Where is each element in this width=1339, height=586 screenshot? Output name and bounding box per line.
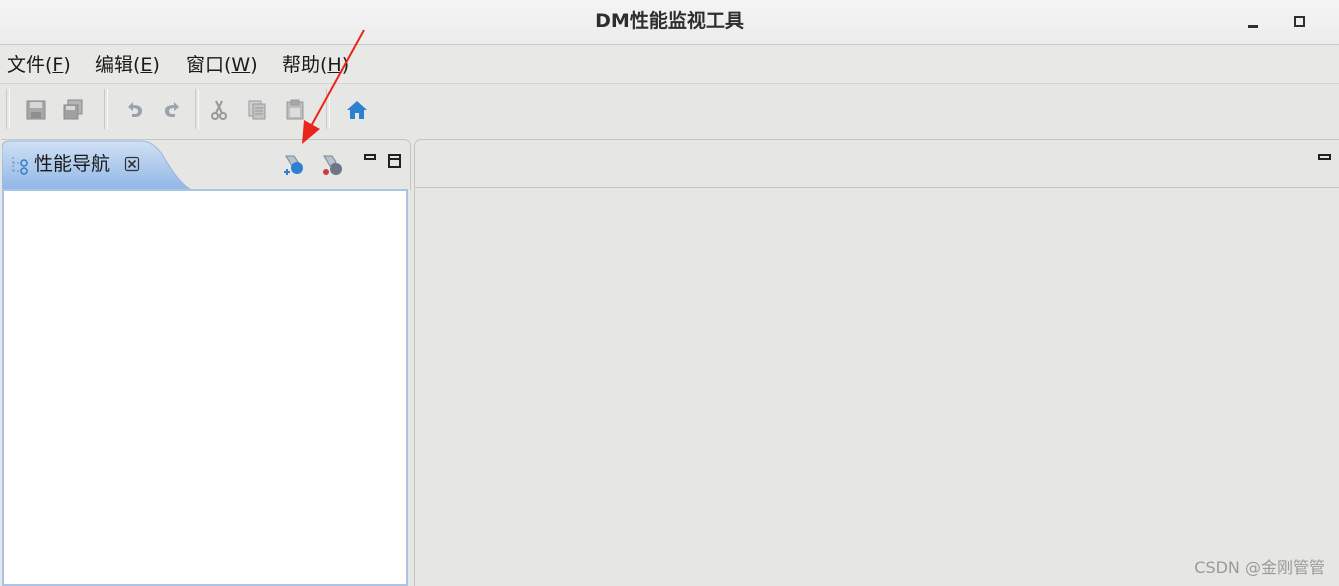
navigator-tab-label: 性能导航 <box>34 153 111 175</box>
menu-window[interactable]: 窗口(W) <box>186 52 258 78</box>
window-title: DM性能监视工具 <box>595 10 744 32</box>
view-minimize-icon[interactable] <box>364 154 376 160</box>
menubar: 文件(F) 编辑(E) 窗口(W) 帮助(H) <box>0 45 1339 84</box>
menu-edit-label: 编辑( <box>95 54 141 76</box>
main-toolbar <box>0 84 1339 134</box>
minimize-icon[interactable] <box>1242 10 1264 32</box>
menu-file-suffix: ) <box>63 54 71 76</box>
save-all-icon[interactable] <box>61 98 85 122</box>
toolbar-separator <box>195 89 199 129</box>
watermark: CSDN @金刚管管 <box>1194 558 1325 577</box>
toolbar-separator <box>104 89 108 129</box>
view-maximize-icon[interactable] <box>388 154 401 168</box>
menu-window-mnemonic: W <box>231 54 251 76</box>
editor-tabbar <box>414 139 1339 188</box>
tree-navigator-icon <box>9 154 31 176</box>
menu-file-label: 文件( <box>7 54 53 76</box>
menu-edit-mnemonic: E <box>140 54 153 76</box>
add-connection-icon[interactable] <box>282 152 308 178</box>
toolbar-grip <box>6 89 10 129</box>
redo-icon[interactable] <box>160 98 184 122</box>
copy-icon[interactable] <box>245 98 269 122</box>
close-icon[interactable] <box>124 156 140 172</box>
editor-minimize-icon[interactable] <box>1318 154 1331 160</box>
remove-connection-icon[interactable] <box>320 152 346 178</box>
navigator-tree-panel[interactable] <box>2 189 408 586</box>
menu-window-suffix: ) <box>250 54 258 76</box>
save-icon[interactable] <box>24 98 48 122</box>
menu-window-label: 窗口( <box>186 54 232 76</box>
cut-icon[interactable] <box>207 98 231 122</box>
editor-area <box>414 139 1339 586</box>
navigator-view: 性能导航 <box>2 139 411 586</box>
menu-file[interactable]: 文件(F) <box>7 52 71 78</box>
window-titlebar: DM性能监视工具 <box>0 0 1339 45</box>
tab-navigator[interactable]: 性能导航 <box>2 140 194 191</box>
menu-edit-suffix: ) <box>152 54 160 76</box>
annotation-arrow <box>302 29 365 144</box>
menu-edit[interactable]: 编辑(E) <box>95 52 160 78</box>
maximize-icon[interactable] <box>1288 10 1310 32</box>
menu-file-mnemonic: F <box>52 54 64 76</box>
undo-icon[interactable] <box>123 98 147 122</box>
editor-content <box>414 188 1339 586</box>
